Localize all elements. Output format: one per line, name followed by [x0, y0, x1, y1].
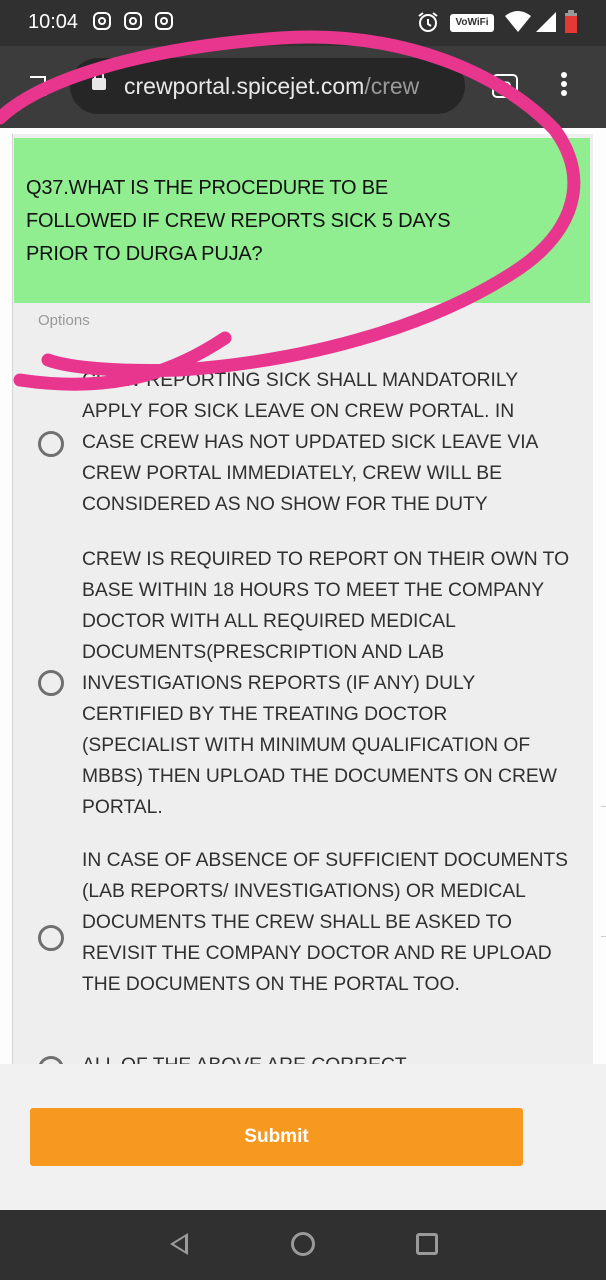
question-box: Q37.WHAT IS THE PROCEDURE TO BE FOLLOWED… [14, 138, 590, 303]
options-label: Options [38, 312, 90, 329]
footer: Submit [0, 1064, 606, 1210]
instagram-icon [93, 12, 111, 30]
alarm-icon [418, 12, 438, 32]
battery-icon [565, 10, 577, 33]
scroll-tick [601, 936, 606, 937]
back-icon[interactable] [170, 1233, 188, 1255]
status-bar: 10:04 VoWiFi [0, 0, 606, 46]
wifi-icon [505, 11, 531, 32]
status-time: 10:04 [28, 11, 79, 33]
browser-menu-button[interactable] [558, 72, 570, 102]
address-bar[interactable]: crewportal.spicejet.com/crew [70, 58, 465, 114]
scroll-tick [601, 806, 606, 807]
quiz-content: Q37.WHAT IS THE PROCEDURE TO BE FOLLOWED… [0, 128, 606, 1064]
option-1-radio[interactable] [38, 431, 64, 457]
option-1-text: CREW REPORTING SICK SHALL MANDATORILY AP… [82, 370, 538, 515]
option-3-radio[interactable] [38, 925, 64, 951]
recent-apps-icon[interactable] [416, 1233, 438, 1255]
question-text: Q37.WHAT IS THE PROCEDURE TO BE FOLLOWED… [26, 177, 451, 265]
option-2-text: CREW IS REQUIRED TO REPORT ON THEIR OWN … [82, 549, 570, 818]
url-text: crewportal.spicejet.com/crew [124, 73, 420, 99]
android-nav-bar [0, 1210, 606, 1280]
option-4-text: ALL OF THE ABOVE ARE CORRECT [82, 1050, 570, 1064]
lock-icon [92, 70, 106, 90]
option-2-radio[interactable] [38, 670, 64, 696]
signal-icon [536, 12, 556, 32]
vowifi-badge: VoWiFi [450, 14, 494, 32]
submit-button[interactable]: Submit [30, 1108, 523, 1166]
home-icon[interactable] [30, 76, 46, 96]
browser-toolbar: crewportal.spicejet.com/crew :D [0, 46, 606, 128]
instagram-icon [124, 12, 142, 30]
option-3-text: IN CASE OF ABSENCE OF SUFFICIENT DOCUMEN… [82, 850, 569, 995]
instagram-icon [155, 12, 173, 30]
home-circle-icon[interactable] [291, 1232, 315, 1256]
tab-switcher-button[interactable]: :D [492, 74, 518, 98]
